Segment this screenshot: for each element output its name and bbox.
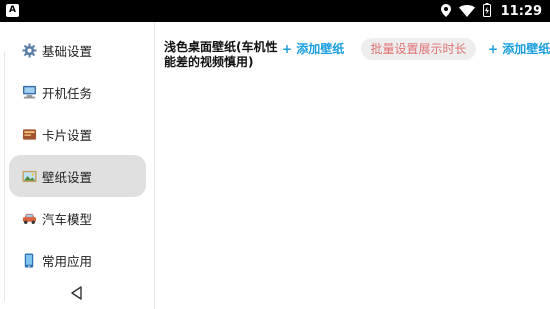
gear-icon [21,42,37,58]
batch-duration-button[interactable]: 批量设置展示时长 [361,38,476,60]
computer-icon [21,84,37,100]
back-button[interactable] [68,284,86,302]
wallpaper-settings-panel: 浅色桌面壁纸(车机性能差的视频慎用) + 添加壁纸 批量设置展示时长 + 添加壁… [156,22,550,309]
add-wallpaper-button-2[interactable]: + 添加壁纸 [488,40,550,57]
sidebar-item-label: 常用应用 [42,253,93,269]
sidebar-item-label: 汽车模型 [42,211,93,227]
sidebar-item-common-apps[interactable]: 常用应用 [9,239,146,281]
status-bar: A 11:29 [0,0,550,22]
sidebar-item-startup-tasks[interactable]: 开机任务 [9,71,146,113]
card-icon [21,126,37,142]
wifi-icon [458,2,475,21]
car-icon [21,210,37,226]
light-wallpaper-title: 浅色桌面壁纸(车机性能差的视频慎用) [164,40,278,69]
sidebar-item-wallpaper-settings[interactable]: 壁纸设置 [9,155,146,197]
location-icon [440,2,451,21]
back-triangle-icon [71,286,82,300]
sidebar-item-label: 卡片设置 [42,127,93,143]
sidebar-item-label: 壁纸设置 [42,169,93,185]
phone-icon [21,252,37,268]
settings-sidebar: 基础设置 开机任务 卡片设置 壁纸设置 汽车模型 常用应用 [0,22,155,309]
app-notification-icon: A [6,4,19,17]
sidebar-item-basic-settings[interactable]: 基础设置 [9,29,146,71]
sidebar-item-label: 开机任务 [42,85,93,101]
sidebar-item-car-model[interactable]: 汽车模型 [9,197,146,239]
sidebar-item-label: 基础设置 [42,43,93,59]
status-icons: 11:29 [440,0,542,22]
clock: 11:29 [500,3,542,19]
battery-icon [482,2,491,21]
edge-divider [4,52,5,302]
add-wallpaper-button[interactable]: + 添加壁纸 [282,40,344,57]
sidebar-item-card-settings[interactable]: 卡片设置 [9,113,146,155]
wallpaper-icon [21,168,37,184]
